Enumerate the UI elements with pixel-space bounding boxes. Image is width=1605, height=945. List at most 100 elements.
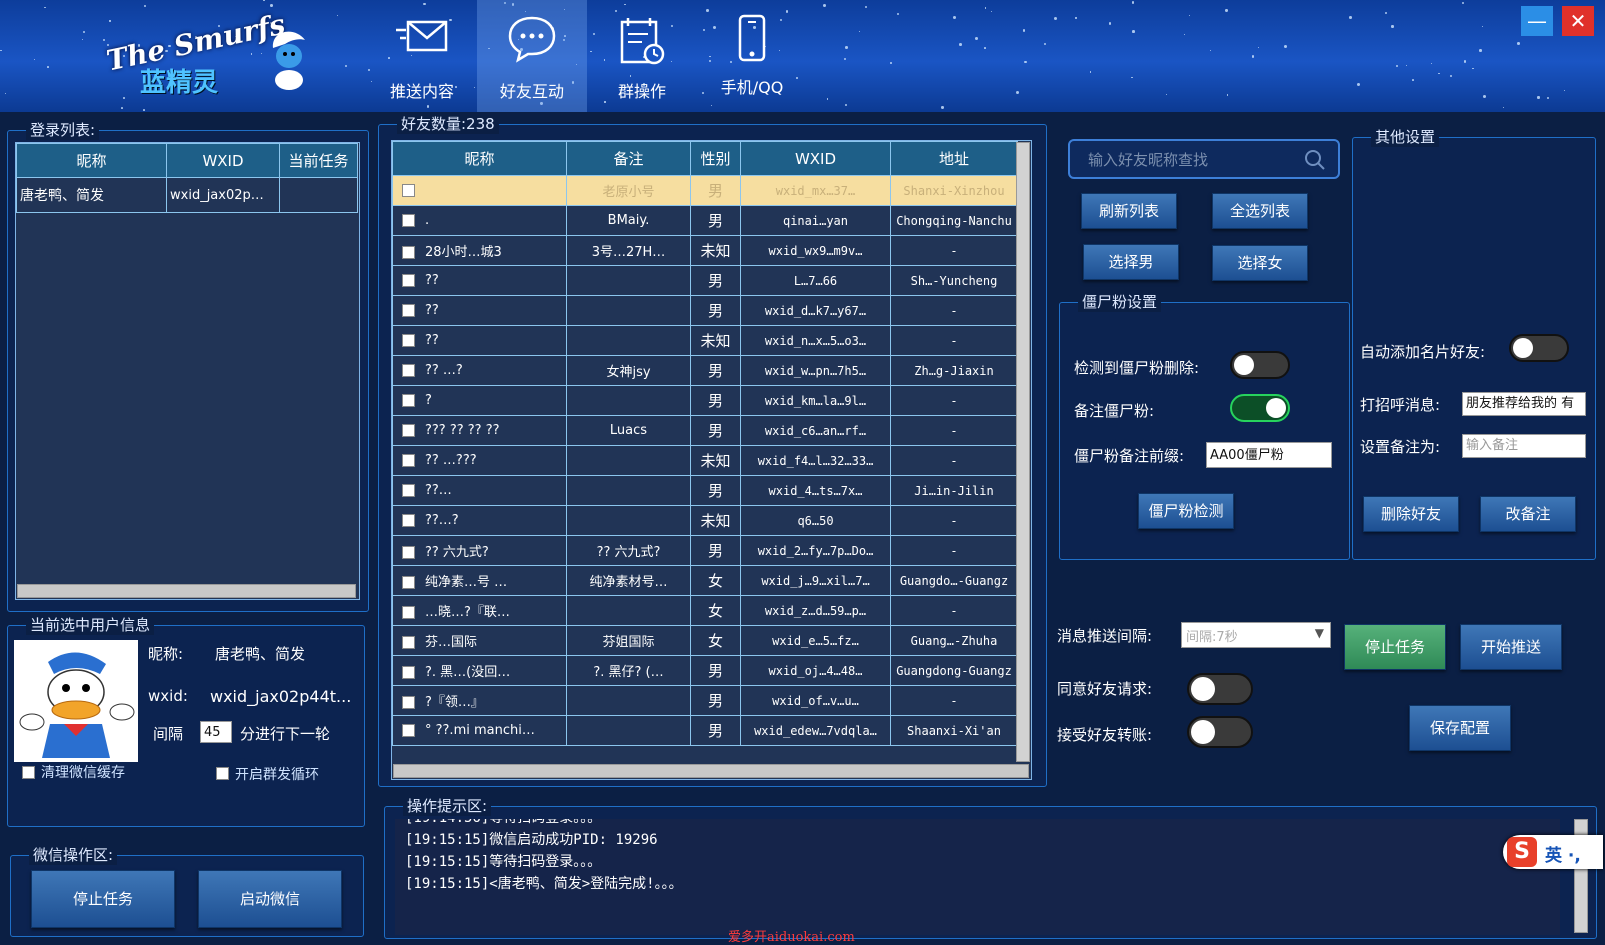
- friend-cell-gender: 未知: [690, 325, 741, 356]
- table-row[interactable]: ?. 黑…(没回… ?. 黑仔? (… 男 wxid_oj…4…48… Guangdon…: [392, 655, 1018, 686]
- table-row[interactable]: ?? …??? 未知 wxid_f4…l…32…33… -: [392, 445, 1018, 476]
- row-checkbox[interactable]: [402, 424, 415, 437]
- friend-cell-nickname: .: [392, 205, 567, 236]
- friend-cell-nickname: ?. 黑…(没回…: [392, 655, 567, 686]
- interval-input[interactable]: 45: [200, 721, 232, 743]
- login-cell-nickname: 唐老鸭、简发: [16, 177, 167, 213]
- row-checkbox[interactable]: [402, 636, 415, 649]
- chevron-down-icon[interactable]: ▼: [1315, 626, 1324, 640]
- log-line: [19:15:15]等待扫码登录。。。: [405, 854, 602, 870]
- auto-add-toggle[interactable]: [1509, 334, 1569, 362]
- table-row[interactable]: ??…? 未知 q6…50-: [392, 505, 1018, 536]
- user-info-panel: 当前选中用户信息 昵称: 唐老鸭、简发 wxid: wxid_jax02p44t…: [7, 615, 365, 827]
- row-checkbox[interactable]: [402, 606, 415, 619]
- row-checkbox[interactable]: [402, 394, 415, 407]
- row-checkbox[interactable]: [402, 696, 415, 709]
- select-male-button[interactable]: 选择男: [1083, 244, 1179, 280]
- row-checkbox[interactable]: [402, 184, 415, 197]
- star-decoration: [1438, 72, 1440, 75]
- friend-cell-gender: 未知: [690, 235, 741, 266]
- row-checkbox[interactable]: [402, 364, 415, 377]
- zombie-check-button[interactable]: 僵尸粉检测: [1138, 493, 1234, 529]
- select-female-button[interactable]: 选择女: [1212, 245, 1308, 281]
- detect-delete-toggle[interactable]: [1230, 351, 1290, 379]
- table-row[interactable]: ??… 男 wxid_4…ts…7x… Ji…in-Jilin: [392, 475, 1018, 506]
- stop-task-button[interactable]: 停止任务: [31, 870, 175, 928]
- row-checkbox[interactable]: [402, 334, 415, 347]
- table-row[interactable]: 纯净素…号 … 纯净素材号… 女 wxid_j…9…xil…7… Guangdo…-Gu…: [392, 565, 1018, 596]
- enable-loop-checkbox[interactable]: [216, 767, 229, 780]
- tab-friend-interaction[interactable]: 好友互动: [477, 0, 587, 112]
- log-textarea[interactable]: [19:14:56]等待扫码登录。。。 [19:15:15]微信启动成功PID:…: [395, 819, 1560, 935]
- minimize-button[interactable]: —: [1521, 6, 1553, 36]
- row-checkbox[interactable]: [402, 246, 415, 259]
- star-decoration: [1349, 16, 1352, 19]
- stop-push-button[interactable]: 停止任务: [1344, 624, 1446, 670]
- table-row[interactable]: ??? ?? ?? ?? Luacs 男 wxid_c6…an…rf… -: [392, 415, 1018, 446]
- table-row[interactable]: …晓…?『联… 女 wxid_z…d…59…p… -: [392, 595, 1018, 626]
- smurf-mascot-icon: [272, 31, 305, 90]
- remark-zombie-toggle[interactable]: [1230, 394, 1290, 422]
- close-button[interactable]: ✕: [1562, 6, 1594, 36]
- row-checkbox[interactable]: [402, 666, 415, 679]
- ime-indicator[interactable]: S 英 ·,: [1503, 835, 1603, 869]
- table-row[interactable]: ?? …? 女神jsy 男 wxid_w…pn…7h5… Zh…g-Jiaxin: [392, 355, 1018, 386]
- search-icon[interactable]: [1304, 149, 1326, 171]
- table-row[interactable]: 芬…国际 芬姐国际女 wxid_e…5…fz… Guang…-Zhuha: [392, 625, 1018, 656]
- friend-cell-wxid: wxid_edew…7vdqla…: [740, 715, 891, 746]
- star-decoration: [897, 12, 900, 15]
- delete-friend-button[interactable]: 删除好友: [1363, 496, 1459, 532]
- login-list-hscrollbar[interactable]: [17, 584, 356, 598]
- chat-bubble-icon: [508, 16, 556, 63]
- friend-cell-address: -: [890, 385, 1018, 416]
- save-config-button[interactable]: 保存配置: [1409, 705, 1511, 751]
- table-row[interactable]: ° ??.mi manchi… 男 wxid_edew…7vdqla… Shaanxi…: [392, 715, 1018, 746]
- star-decoration: [1016, 91, 1020, 95]
- friend-search-input[interactable]: 输入好友昵称查找: [1068, 139, 1340, 179]
- table-row[interactable]: ?? 未知 wxid_n…x…5…o3… -: [392, 325, 1018, 356]
- row-checkbox[interactable]: [402, 304, 415, 317]
- friend-search-placeholder: 输入好友昵称查找: [1088, 151, 1209, 169]
- star-decoration: [1547, 97, 1550, 100]
- zombie-prefix-label: 僵尸粉备注前缀:: [1074, 447, 1185, 465]
- tab-group-ops[interactable]: 群操作: [587, 0, 697, 112]
- row-checkbox[interactable]: [402, 484, 415, 497]
- row-checkbox[interactable]: [402, 514, 415, 527]
- row-checkbox[interactable]: [402, 576, 415, 589]
- friends-vscrollbar[interactable]: [1016, 142, 1030, 762]
- table-row[interactable]: 唐老鸭、简发 wxid_jax02p…: [16, 177, 358, 213]
- row-checkbox[interactable]: [402, 546, 415, 559]
- star-decoration: [344, 64, 347, 67]
- modify-remark-button[interactable]: 改备注: [1480, 496, 1576, 532]
- row-checkbox[interactable]: [402, 454, 415, 467]
- start-push-button[interactable]: 开始推送: [1460, 624, 1562, 670]
- row-checkbox[interactable]: [402, 214, 415, 227]
- row-checkbox[interactable]: [402, 724, 415, 737]
- table-row[interactable]: ?? 男 wxid_d…k7…y67… -: [392, 295, 1018, 326]
- table-row[interactable]: 28小时…城3 3号…27H… 未知 wxid_wx9…m9v… -: [392, 235, 1018, 266]
- table-row[interactable]: ?『领…』 男 wxid_of…v…u… -: [392, 685, 1018, 716]
- row-checkbox[interactable]: [402, 274, 415, 287]
- tab-phone-qq[interactable]: 手机/QQ: [697, 0, 807, 112]
- table-row[interactable]: ?? 六九式??? 六九式? 男 wxid_2…fy…7p…Do… -: [392, 535, 1018, 566]
- star-decoration: [1257, 47, 1259, 49]
- accept-transfer-toggle[interactable]: [1187, 716, 1253, 748]
- greeting-input[interactable]: 朋友推荐给我的 有: [1462, 392, 1586, 416]
- friend-nickname-text: 28小时…城3: [425, 245, 502, 260]
- accept-request-toggle[interactable]: [1187, 673, 1253, 705]
- refresh-list-button[interactable]: 刷新列表: [1081, 193, 1177, 229]
- tab-push-content[interactable]: 推送内容: [367, 0, 477, 112]
- friend-cell-address: Zh…g-Jiaxin: [890, 355, 1018, 386]
- zombie-prefix-input[interactable]: AA00僵尸粉: [1206, 442, 1332, 468]
- start-wechat-button[interactable]: 启动微信: [198, 870, 342, 928]
- table-row[interactable]: . BMaiy. 男 qinai…yan Chongqing-Nanchu: [392, 205, 1018, 236]
- friends-hscrollbar[interactable]: [393, 764, 1029, 778]
- table-row[interactable]: 老原小号男 wxid_mx…37… Shanxi-Xinzhou: [392, 175, 1018, 206]
- clear-cache-checkbox[interactable]: [22, 766, 35, 779]
- table-row[interactable]: ?? 男 L…7…66 Sh…-Yuncheng: [392, 265, 1018, 296]
- table-row[interactable]: ? 男 wxid_km…la…9l… -: [392, 385, 1018, 416]
- select-all-button[interactable]: 全选列表: [1212, 193, 1308, 229]
- friend-cell-nickname: 纯净素…号 …: [392, 565, 567, 596]
- set-remark-input[interactable]: 输入备注: [1462, 434, 1586, 458]
- push-interval-select[interactable]: 间隔:7秒 ▼: [1181, 622, 1331, 648]
